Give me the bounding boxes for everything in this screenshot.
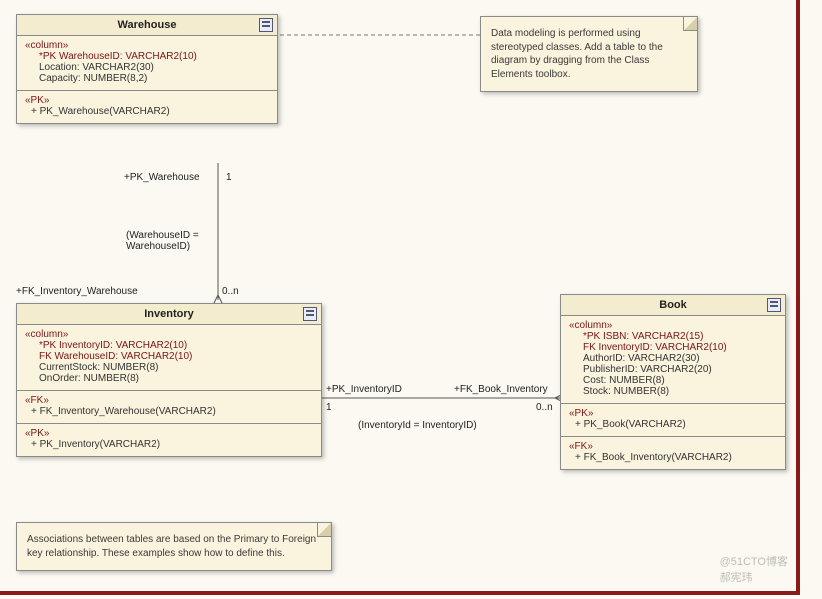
column-row: Cost: NUMBER(8) bbox=[569, 375, 777, 386]
entity-book-header: Book bbox=[561, 295, 785, 316]
watermark-site: @51CTO博客 bbox=[720, 556, 788, 568]
entity-book-title: Book bbox=[659, 299, 687, 311]
entity-inventory-header: Inventory bbox=[17, 304, 321, 325]
stereotype-label: «column» bbox=[25, 329, 313, 340]
column-row: *PK WarehouseID: VARCHAR2(10) bbox=[25, 51, 269, 62]
method-row: + PK_Book(VARCHAR2) bbox=[569, 419, 777, 430]
join-condition: (WarehouseID = WarehouseID) bbox=[126, 230, 199, 252]
column-row: Stock: NUMBER(8) bbox=[569, 386, 777, 397]
entity-inventory[interactable]: Inventory «column» *PK InventoryID: VARC… bbox=[16, 303, 322, 457]
column-row: FK InventoryID: VARCHAR2(10) bbox=[569, 342, 777, 353]
column-row: *PK InventoryID: VARCHAR2(10) bbox=[25, 340, 313, 351]
role-fk-inventory: +FK_Inventory_Warehouse bbox=[16, 286, 138, 297]
note-bottom[interactable]: Associations between tables are based on… bbox=[16, 522, 332, 571]
role-fk-book: +FK_Book_Inventory bbox=[454, 384, 548, 395]
book-columns: «column» *PK ISBN: VARCHAR2(15) FK Inven… bbox=[561, 316, 785, 404]
entity-inventory-title: Inventory bbox=[144, 308, 194, 320]
inventory-fk: «FK» + FK_Inventory_Warehouse(VARCHAR2) bbox=[17, 391, 321, 424]
stereotype-label: «FK» bbox=[25, 395, 313, 406]
stereotype-label: «column» bbox=[25, 40, 269, 51]
method-row: + FK_Book_Inventory(VARCHAR2) bbox=[569, 452, 777, 463]
note-top-text: Data modeling is performed using stereot… bbox=[491, 28, 663, 80]
stereotype-label: «PK» bbox=[25, 428, 313, 439]
column-row: AuthorID: VARCHAR2(30) bbox=[569, 353, 777, 364]
entity-warehouse-title: Warehouse bbox=[118, 19, 177, 31]
warehouse-pk: «PK» + PK_Warehouse(VARCHAR2) bbox=[17, 91, 277, 123]
stereotype-label: «PK» bbox=[569, 408, 777, 419]
stereotype-label: «column» bbox=[569, 320, 777, 331]
method-row: + PK_Warehouse(VARCHAR2) bbox=[25, 106, 269, 117]
watermark: @51CTO博客 郝宪玮 bbox=[720, 553, 788, 585]
table-icon bbox=[303, 307, 317, 321]
role-pk-inventory: +PK_InventoryID bbox=[326, 384, 402, 395]
entity-book[interactable]: Book «column» *PK ISBN: VARCHAR2(15) FK … bbox=[560, 294, 786, 470]
watermark-author: 郝宪玮 bbox=[720, 572, 753, 584]
column-row: PublisherID: VARCHAR2(20) bbox=[569, 364, 777, 375]
method-row: + FK_Inventory_Warehouse(VARCHAR2) bbox=[25, 406, 313, 417]
entity-warehouse[interactable]: Warehouse «column» *PK WarehouseID: VARC… bbox=[16, 14, 278, 124]
join-condition: (InventoryId = InventoryID) bbox=[358, 420, 477, 431]
column-row: OnOrder: NUMBER(8) bbox=[25, 373, 313, 384]
column-row: CurrentStock: NUMBER(8) bbox=[25, 362, 313, 373]
note-fold-icon bbox=[317, 523, 331, 537]
column-row: FK WarehouseID: VARCHAR2(10) bbox=[25, 351, 313, 362]
book-fk: «FK» + FK_Book_Inventory(VARCHAR2) bbox=[561, 437, 785, 469]
column-row: Location: VARCHAR2(30) bbox=[25, 62, 269, 73]
stereotype-label: «FK» bbox=[569, 441, 777, 452]
inventory-columns: «column» *PK InventoryID: VARCHAR2(10) F… bbox=[17, 325, 321, 391]
mult-many: 0..n bbox=[222, 286, 239, 297]
column-row: *PK ISBN: VARCHAR2(15) bbox=[569, 331, 777, 342]
note-top[interactable]: Data modeling is performed using stereot… bbox=[480, 16, 698, 92]
inventory-pk: «PK» + PK_Inventory(VARCHAR2) bbox=[17, 424, 321, 456]
diagram-canvas: Warehouse «column» *PK WarehouseID: VARC… bbox=[0, 0, 800, 595]
warehouse-columns: «column» *PK WarehouseID: VARCHAR2(10) L… bbox=[17, 36, 277, 91]
role-pk-warehouse: +PK_Warehouse bbox=[124, 172, 200, 183]
mult-one: 1 bbox=[226, 172, 232, 183]
mult-one: 1 bbox=[326, 402, 332, 413]
table-icon bbox=[767, 298, 781, 312]
note-bottom-text: Associations between tables are based on… bbox=[27, 534, 316, 559]
book-pk: «PK» + PK_Book(VARCHAR2) bbox=[561, 404, 785, 437]
column-row: Capacity: NUMBER(8,2) bbox=[25, 73, 269, 84]
entity-warehouse-header: Warehouse bbox=[17, 15, 277, 36]
table-icon bbox=[259, 18, 273, 32]
stereotype-label: «PK» bbox=[25, 95, 269, 106]
note-fold-icon bbox=[683, 17, 697, 31]
mult-many: 0..n bbox=[536, 402, 553, 413]
method-row: + PK_Inventory(VARCHAR2) bbox=[25, 439, 313, 450]
